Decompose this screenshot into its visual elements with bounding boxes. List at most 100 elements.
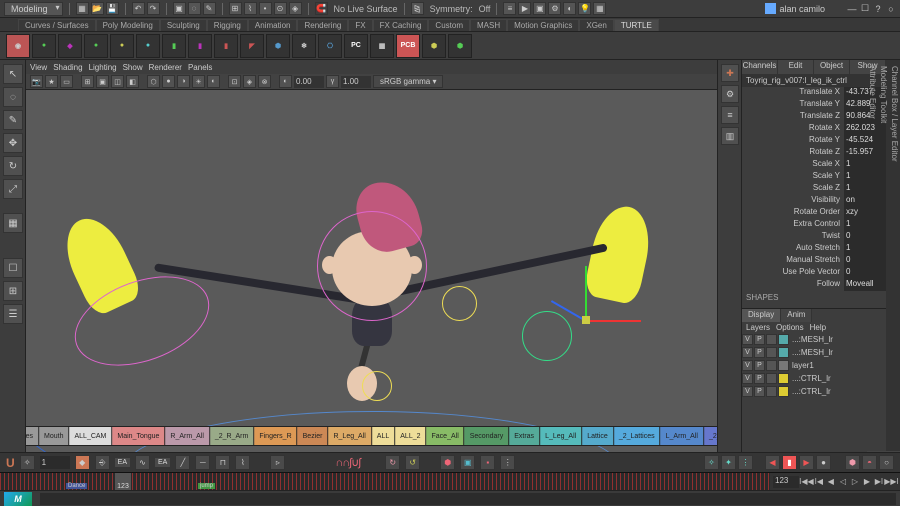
rotate-tool-icon[interactable]: ↻ — [3, 156, 23, 176]
redo-icon[interactable]: ↷ — [147, 2, 160, 15]
channel-menu[interactable]: Channels — [742, 60, 778, 74]
gamma-field[interactable]: 1.00 — [341, 76, 371, 88]
layer-row[interactable]: VP...:CTRL_lr — [742, 372, 886, 385]
new-scene-icon[interactable]: ▦ — [76, 2, 89, 15]
layer-tab[interactable]: Display — [742, 309, 781, 322]
layer-playback-toggle[interactable]: P — [754, 347, 765, 358]
shelf-icon[interactable]: ⬢ — [422, 34, 446, 58]
settings-icon[interactable]: ⬢ — [845, 455, 860, 470]
shelf-tab[interactable]: Motion Graphics — [507, 19, 579, 31]
attribute-editor-icon[interactable]: ✚ — [721, 64, 739, 82]
layer-playback-toggle[interactable]: P — [754, 386, 765, 397]
channel-menu[interactable]: Edit — [778, 60, 814, 74]
layer-display-type[interactable] — [766, 373, 777, 384]
picker-button[interactable]: Mouth — [39, 427, 69, 445]
tool-settings-icon[interactable]: ⚙ — [721, 85, 739, 103]
paste-key-icon[interactable]: ▪ — [480, 455, 495, 470]
shelf-tab[interactable]: Rigging — [207, 19, 248, 31]
view-lights-icon[interactable]: ☀ — [192, 75, 205, 88]
shelf-tab[interactable]: Custom — [428, 19, 470, 31]
ipr-icon[interactable]: ▣ — [533, 2, 546, 15]
layer-row[interactable]: VP ...:MESH_lr — [742, 346, 886, 359]
select-icon[interactable]: ▣ — [173, 2, 186, 15]
shelf-icon[interactable]: ● — [136, 34, 160, 58]
layer-visibility-toggle[interactable]: V — [742, 373, 753, 384]
side-tab[interactable]: Attribute Editor — [867, 60, 878, 452]
layer-name[interactable]: layer1 — [792, 361, 814, 370]
picker-button[interactable]: L_Arm_All — [661, 427, 704, 445]
viewport-menu[interactable]: Panels — [188, 63, 212, 72]
filter-icon[interactable]: ⋮ — [738, 455, 753, 470]
prev-key-icon[interactable]: ✧ — [704, 455, 719, 470]
view-grid-icon[interactable]: ⊞ — [81, 75, 94, 88]
time-slider[interactable]: Dance 123 jump 123 I◀◀ I◀ ◀ ◁ ▷ ▶ ▶I ▶▶I — [0, 472, 900, 490]
curve-set-icon[interactable]: ∩∩∫∪∫ — [335, 456, 360, 469]
viewport-menu[interactable]: Renderer — [149, 63, 182, 72]
picker-button[interactable]: Face_All — [427, 427, 465, 445]
picker-button[interactable]: Secondary — [465, 427, 509, 445]
goto-start-icon[interactable]: I◀◀ — [801, 476, 812, 487]
colorspace-dropdown[interactable]: sRGB gamma ▾ — [373, 75, 443, 88]
view-bookmark-icon[interactable]: ★ — [45, 75, 58, 88]
exposure-field[interactable]: 0.00 — [294, 76, 324, 88]
panel-layout-icon[interactable]: ▦ — [593, 2, 606, 15]
snap-point-icon[interactable]: • — [259, 2, 272, 15]
sync-icon[interactable]: ● — [816, 455, 831, 470]
layer-name[interactable]: ...:MESH_lr — [792, 348, 833, 357]
construction-history-icon[interactable]: ≡ — [503, 2, 516, 15]
viewport-menu[interactable]: View — [30, 63, 47, 72]
picker-button[interactable]: Eyes — [26, 427, 39, 445]
timeline-marker[interactable]: jump — [198, 483, 215, 489]
next-key-icon[interactable]: ▹ — [270, 455, 285, 470]
clip-icon[interactable]: ◓ — [862, 455, 877, 470]
selected-node-name[interactable]: Toyrig_rig_v007:l_leg_ik_ctrl — [742, 74, 886, 87]
window-help-icon[interactable]: ? — [873, 4, 883, 14]
layer-visibility-toggle[interactable]: V — [742, 386, 753, 397]
timeline-marker[interactable]: Dance — [66, 483, 87, 489]
view-xray-icon[interactable]: ◈ — [243, 75, 256, 88]
layer-display-type[interactable] — [766, 347, 777, 358]
autokey-icon[interactable]: ✧ — [20, 455, 35, 470]
red-key-icon[interactable]: ◀ — [765, 455, 780, 470]
shelf-icon[interactable]: ⎔ — [318, 34, 342, 58]
paint-tool-icon[interactable]: ✎ — [3, 110, 23, 130]
undo-icon[interactable]: ↶ — [132, 2, 145, 15]
next-key-icon[interactable]: ✦ — [721, 455, 736, 470]
layer-playback-toggle[interactable]: P — [754, 373, 765, 384]
viewport-menu[interactable]: Lighting — [89, 63, 117, 72]
view-shaded-icon[interactable]: ● — [162, 75, 175, 88]
view-resolution-gate-icon[interactable]: ◫ — [111, 75, 124, 88]
view-gate-mask-icon[interactable]: ◧ — [126, 75, 139, 88]
ease-chip-2[interactable]: EA — [155, 458, 170, 467]
snap-curve-icon[interactable]: ⌇ — [244, 2, 257, 15]
red-flag-icon[interactable]: ▮ — [782, 455, 797, 470]
layout-outliner-icon[interactable]: ☰ — [3, 304, 23, 324]
snap-grid-icon[interactable]: ⊞ — [229, 2, 242, 15]
shelf-icon[interactable]: ▮ — [214, 34, 238, 58]
user-avatar-icon[interactable] — [765, 3, 776, 14]
view-textured-icon[interactable]: ◑ — [177, 75, 190, 88]
render-icon[interactable]: ▶ — [518, 2, 531, 15]
layer-playback-toggle[interactable]: P — [754, 360, 765, 371]
ease-chip[interactable]: EA — [115, 458, 130, 467]
picker-button[interactable]: L_Leg_All — [540, 427, 582, 445]
layout-four-icon[interactable]: ⊞ — [3, 281, 23, 301]
viewport-menu[interactable]: Show — [123, 63, 143, 72]
shelf-tab[interactable]: Sculpting — [160, 19, 207, 31]
layer-display-type[interactable] — [766, 386, 777, 397]
layer-row[interactable]: VPlayer1 — [742, 359, 886, 372]
command-line[interactable] — [40, 493, 896, 505]
layer-visibility-toggle[interactable]: V — [742, 347, 753, 358]
lasso-icon[interactable]: ◌ — [188, 2, 201, 15]
layer-visibility-toggle[interactable]: V — [742, 360, 753, 371]
step-back-icon[interactable]: ◀ — [826, 476, 836, 487]
hypershade-icon[interactable]: ◐ — [563, 2, 576, 15]
playhead[interactable]: 123 — [115, 473, 131, 490]
view-film-gate-icon[interactable]: ▣ — [96, 75, 109, 88]
key-tick-icon[interactable]: ◆ — [75, 455, 90, 470]
shelf-tab[interactable]: Animation — [248, 19, 298, 31]
layer-menu[interactable]: Layers — [746, 323, 770, 332]
window-minimize-icon[interactable]: — — [847, 4, 857, 14]
layer-name[interactable]: ...:MESH_lr — [792, 335, 833, 344]
open-icon[interactable]: 📂 — [91, 2, 104, 15]
